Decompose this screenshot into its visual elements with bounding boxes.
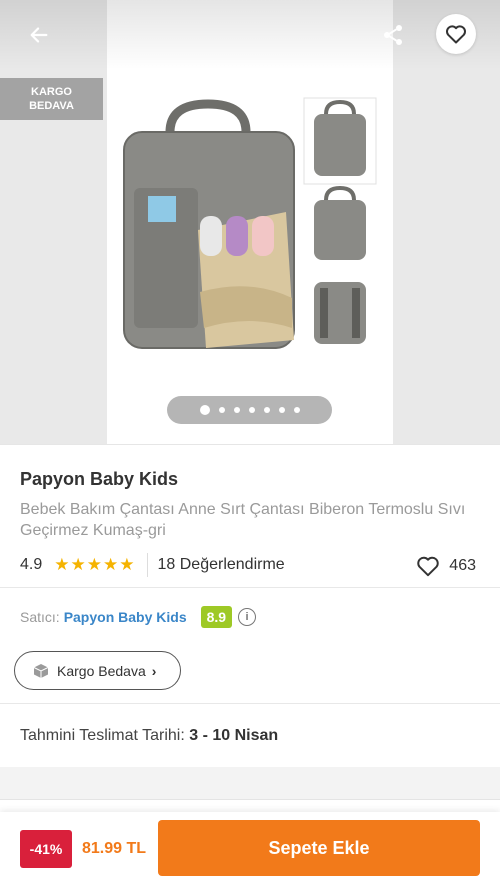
pagination-dot[interactable]: [199, 405, 210, 415]
estimated-delivery: Tahmini Teslimat Tarihi: 3 - 10 Nisan: [20, 727, 278, 745]
favorite-count: 463: [415, 553, 476, 579]
chevron-right-icon: ›: [151, 662, 157, 679]
divider: [0, 703, 500, 704]
star-icon: ★: [70, 555, 86, 574]
seller-score-badge: 8.9: [200, 606, 233, 628]
star-icon: ★: [119, 555, 135, 574]
arrow-left-icon: [30, 27, 48, 43]
brand-name[interactable]: Papyon Baby Kids: [20, 469, 178, 490]
star-icon: ★: [86, 555, 102, 574]
rating-stars[interactable]: ★ ★ ★ ★ ★: [54, 556, 134, 574]
product-info-card: Papyon Baby Kids Bebek Bakım Çantası Ann…: [0, 444, 500, 767]
add-to-cart-button[interactable]: Sepete Ekle: [158, 820, 480, 876]
gallery-pagination[interactable]: [167, 396, 332, 424]
seller-row: Satıcı: Papyon Baby Kids 8.9 i: [20, 604, 257, 630]
review-count[interactable]: 18 Değerlendirme: [158, 556, 285, 574]
divider: [0, 587, 500, 588]
product-image-gallery[interactable]: KARGO BEDAVA: [0, 0, 500, 444]
free-shipping-label: Kargo Bedava: [57, 662, 146, 679]
star-icon: ★: [103, 555, 119, 574]
product-image[interactable]: [120, 92, 382, 354]
seller-name-link[interactable]: Papyon Baby Kids: [64, 609, 187, 625]
free-shipping-button[interactable]: Kargo Bedava ›: [14, 651, 181, 690]
pagination-dot[interactable]: [263, 407, 270, 413]
top-gradient: [0, 0, 500, 70]
pagination-dot[interactable]: [248, 407, 255, 413]
free-shipping-badge: KARGO BEDAVA: [0, 78, 103, 120]
share-button[interactable]: [376, 18, 410, 52]
heart-outline-icon: [417, 556, 440, 577]
rating-value: 4.9: [20, 556, 43, 573]
favorite-button[interactable]: [436, 14, 476, 54]
rating-row: 4.9 ★ ★ ★ ★ ★ 18 Değerlendirme 463: [20, 553, 480, 577]
share-icon: [384, 25, 402, 45]
pagination-dot[interactable]: [233, 407, 240, 413]
seller-label: Satıcı:: [20, 609, 60, 625]
pagination-dot[interactable]: [218, 407, 225, 413]
delivery-date: 3 - 10 Nisan: [189, 727, 279, 744]
favorite-count-value: 463: [449, 557, 476, 574]
discount-badge: -41%: [20, 830, 72, 868]
product-title: Bebek Bakım Çantası Anne Sırt Çantası Bi…: [20, 501, 466, 539]
star-icon: ★: [54, 555, 70, 574]
heart-outline-icon: [446, 25, 466, 44]
info-icon[interactable]: i: [238, 608, 257, 626]
divider: [146, 553, 148, 577]
badge-line-1: KARGO: [31, 86, 72, 98]
price: 81.99 TL: [82, 840, 147, 857]
section-gap: [0, 767, 500, 803]
bottom-action-bar: -41% 81.99 TL Sepete Ekle: [0, 812, 500, 888]
delivery-label: Tahmini Teslimat Tarihi:: [20, 727, 185, 744]
badge-line-2: BEDAVA: [29, 100, 74, 112]
back-button[interactable]: [22, 18, 56, 52]
package-icon: [33, 663, 49, 678]
pagination-dot[interactable]: [278, 407, 285, 413]
pagination-dot[interactable]: [293, 407, 300, 413]
